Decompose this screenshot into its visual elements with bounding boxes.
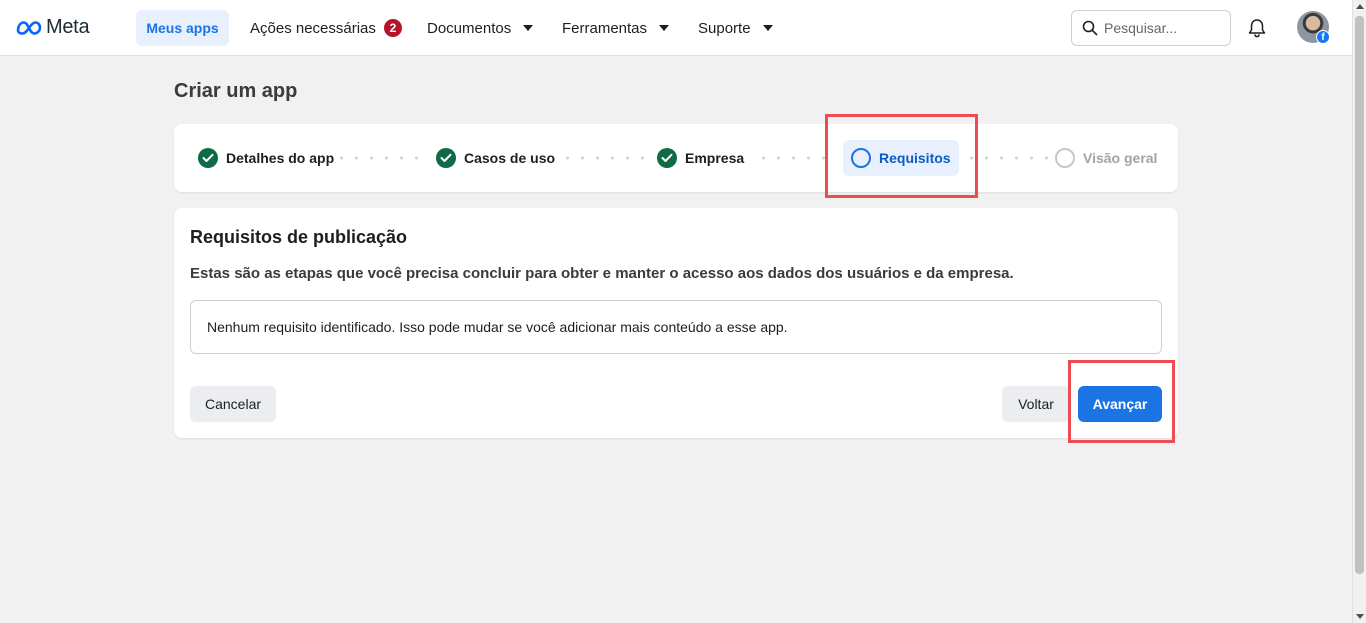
step-visao-geral: Visão geral <box>1055 148 1157 168</box>
requirements-info-box: Nenhum requisito identificado. Isso pode… <box>190 300 1162 354</box>
check-circle-icon <box>198 148 218 168</box>
top-nav-bar: Meta Meus apps Ações necessárias 2 Docum… <box>0 0 1352 56</box>
step-connector <box>560 156 650 160</box>
cancel-button[interactable]: Cancelar <box>190 386 276 422</box>
step-label: Casos de uso <box>464 150 556 166</box>
step-label: Requisitos <box>879 150 951 166</box>
caret-down-icon <box>659 25 670 31</box>
requirements-card: Requisitos de publicação Estas são as et… <box>174 208 1178 438</box>
caret-down-icon <box>523 25 534 31</box>
nav-suporte-label: Suporte <box>698 19 751 37</box>
nav-acoes-necessarias[interactable]: Ações necessárias 2 <box>250 10 402 46</box>
requirements-info-text: Nenhum requisito identificado. Isso pode… <box>207 319 788 335</box>
next-button[interactable]: Avançar <box>1078 386 1162 422</box>
card-title: Requisitos de publicação <box>190 227 408 247</box>
step-label: Empresa <box>685 150 745 166</box>
nav-ferramentas[interactable]: Ferramentas <box>562 10 670 46</box>
meta-infinity-icon <box>16 20 42 35</box>
check-circle-icon <box>436 148 456 168</box>
bell-icon[interactable] <box>1246 17 1268 39</box>
step-connector <box>334 156 429 160</box>
search-icon <box>1082 20 1098 36</box>
nav-acoes-label: Ações necessárias <box>250 19 376 37</box>
step-connector <box>964 156 1048 160</box>
step-empresa[interactable]: Empresa <box>657 148 744 168</box>
scrollbar-thumb[interactable] <box>1355 16 1364 574</box>
search-box[interactable] <box>1071 10 1231 46</box>
nav-documentos-label: Documentos <box>427 19 512 37</box>
progress-stepper: Detalhes do app Casos de uso Empresa Req… <box>174 124 1178 192</box>
back-button[interactable]: Voltar <box>1002 386 1070 422</box>
meta-logo[interactable]: Meta <box>16 16 90 39</box>
card-description: Estas são as etapas que você precisa con… <box>190 265 1014 282</box>
check-circle-icon <box>657 148 677 168</box>
step-requisitos[interactable]: Requisitos <box>843 140 959 176</box>
scroll-down-arrow-icon[interactable] <box>1356 614 1364 619</box>
nav-suporte[interactable]: Suporte <box>698 10 773 46</box>
step-label: Visão geral <box>1083 150 1158 166</box>
nav-ferramentas-label: Ferramentas <box>562 19 648 37</box>
scroll-up-arrow-icon[interactable] <box>1356 4 1364 9</box>
facebook-icon: f <box>1316 30 1330 44</box>
caret-down-icon <box>762 25 773 31</box>
step-detalhes-do-app[interactable]: Detalhes do app <box>198 148 334 168</box>
nav-meus-apps-label: Meus apps <box>146 20 219 36</box>
meta-wordmark: Meta <box>46 16 90 38</box>
step-label: Detalhes do app <box>226 150 335 166</box>
current-step-circle-icon <box>851 148 871 168</box>
search-input[interactable] <box>1104 20 1222 36</box>
notification-count-badge: 2 <box>383 19 402 37</box>
step-casos-de-uso[interactable]: Casos de uso <box>436 148 555 168</box>
vertical-scrollbar[interactable] <box>1352 0 1366 623</box>
nav-meus-apps[interactable]: Meus apps <box>136 10 229 46</box>
upcoming-step-circle-icon <box>1055 148 1075 168</box>
step-connector <box>756 156 836 160</box>
nav-documentos[interactable]: Documentos <box>427 10 534 46</box>
page-title: Criar um app <box>174 80 298 102</box>
